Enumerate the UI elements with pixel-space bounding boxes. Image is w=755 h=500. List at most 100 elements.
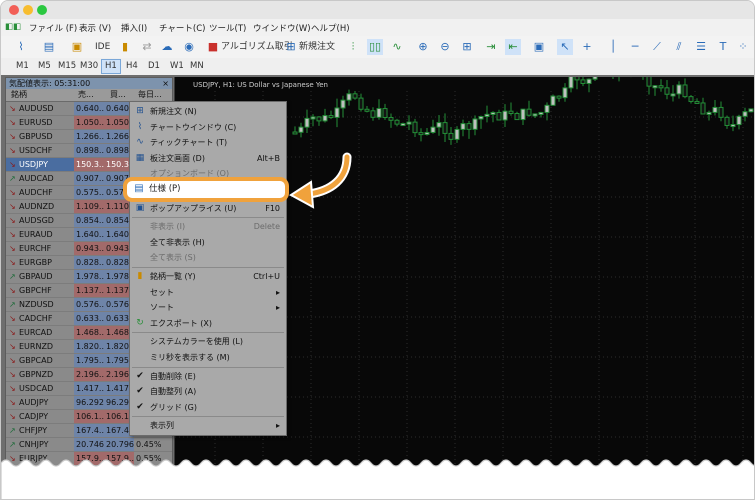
bid-cell: 0.854... [74,214,104,227]
context-menu-item[interactable]: ミリ秒を表示する (M) [130,350,286,365]
context-menu-item[interactable]: ▦ 板注文画面 (D) Alt+B [130,151,286,166]
platform-window: ◧◧ ファイル (F) 表示 (V) 挿入(I) チャート(C) ツール(T) … [0,0,755,500]
context-menu-item[interactable]: ✔ グリッド (G) [130,400,286,415]
new-order-icon: ⊞ [136,106,144,116]
symbol-cell: AUDUSD [19,104,54,113]
cursor-icon[interactable]: ↖ [557,39,573,55]
bid-cell: 1.137... [74,284,104,297]
candlestick-icon[interactable]: ▯▯ [367,39,383,55]
chart-shift-icon[interactable]: ⇤ [505,39,521,55]
shapes-icon[interactable]: ⁘ [735,39,751,55]
timeframe-m15[interactable]: M15 [55,60,79,73]
symbol-cell: EURCHF [19,244,52,253]
arrow-down-icon: ↘ [9,146,16,155]
ide-button[interactable]: IDE [95,39,110,55]
timeframe-m30[interactable]: M30 [77,60,101,73]
template-icon[interactable]: ▤ [41,39,57,55]
context-menu-item[interactable]: 全て表示 (S) [130,250,286,265]
screenshot-icon[interactable]: ▣ [531,39,547,55]
timeframe-h4[interactable]: H4 [123,60,141,73]
symbol-cell: AUDCHF [19,188,53,197]
arrow-down-icon: ↘ [9,356,16,365]
text-icon[interactable]: T [715,39,731,55]
menu-view[interactable]: 表示 (V) [79,22,111,34]
shortcut-label: F10 [265,203,280,213]
autoscroll-icon[interactable]: ⇥ [483,39,499,55]
symbol-cell: GBPNZD [19,370,54,379]
menu-help[interactable]: ヘルプ(H) [311,22,350,34]
close-window-button[interactable] [9,5,19,15]
new-order-button[interactable]: 新規注文 [299,39,335,55]
timeframe-h1[interactable]: H1 [101,59,121,74]
menu-file[interactable]: ファイル (F) [29,22,77,34]
menu-separator [132,267,284,268]
spec-icon: ▤ [134,183,144,194]
bid-cell: 1.468... [74,326,104,339]
popup-icon: ▣ [135,202,145,213]
context-menu-item[interactable]: システムカラーを使用 (L) [130,334,286,349]
timeframe-mn[interactable]: MN [187,60,207,73]
timeframe-m5[interactable]: M5 [35,60,54,73]
menu-chart[interactable]: チャート(C) [159,22,205,34]
symbol-cell: NZDUSD [19,300,54,309]
context-menu-item[interactable]: ✔ 自動削除 (E) [130,369,286,384]
context-menu-item[interactable]: ✔ 自動整列 (A) [130,384,286,399]
vps-icon[interactable]: ◉ [181,39,197,55]
context-menu-item[interactable]: 全て非表示 (H) [130,235,286,250]
timeframe-d1[interactable]: D1 [145,60,163,73]
menu-insert[interactable]: 挿入(I) [121,22,147,34]
zoom-out-icon[interactable]: ⊖ [437,39,453,55]
context-menu-item[interactable]: ▣ ポップアップライス (U) F10 [130,201,286,216]
context-menu-item[interactable]: セット ▸ [130,285,286,300]
crosshair-icon[interactable]: + [579,39,595,55]
bid-cell: 1.417... [74,382,104,395]
arrow-down-icon: ↘ [9,216,16,225]
chart-type-icon[interactable]: ⌇ [13,39,29,55]
signals-icon[interactable]: ⇄ [139,39,155,55]
menu-window[interactable]: ウインドウ(W) [253,22,311,34]
horizontal-line-icon[interactable]: ─ [627,39,643,55]
header-bid[interactable]: 売... [78,89,94,101]
context-menu-item[interactable]: 非表示 (I) Delete [130,219,286,234]
arrow-down-icon: ↘ [9,328,16,337]
algo-trading-button[interactable]: アルゴリズム取引 [221,39,293,55]
fibonacci-icon[interactable]: ☰ [693,39,709,55]
context-menu-label: 自動削除 (E) [150,371,196,381]
header-ask[interactable]: 買... [110,89,126,101]
context-menu-item[interactable]: ソート ▸ [130,300,286,315]
bar-chart-icon[interactable]: ⫶ [345,39,361,55]
trend-line-icon[interactable]: ⟋ [649,39,665,55]
spec-menu-item-highlight[interactable]: ▤ 仕様 (P) [123,177,289,202]
header-symbol[interactable]: 銘柄 [11,89,27,101]
context-menu-item[interactable]: ▮ 銘柄一覧 (Y) Ctrl+U [130,269,286,284]
context-menu-label: 非表示 (I) [150,222,186,232]
minimize-window-button[interactable] [23,5,33,15]
context-menu-item[interactable]: ∿ ティックチャート (T) [130,135,286,150]
vertical-line-icon[interactable]: │ [605,39,621,55]
timeframe-w1[interactable]: W1 [167,60,187,73]
channel-icon[interactable]: ⫽ [671,39,687,55]
profile-icon[interactable]: ▣ [69,39,85,55]
lock-icon[interactable]: ▮ [117,39,133,55]
check-icon: ✔ [136,370,144,381]
line-chart-icon[interactable]: ∿ [389,39,405,55]
close-icon[interactable]: × [162,78,169,89]
context-menu-item[interactable]: ↻ エクスポート (X) [130,316,286,331]
bid-cell: 0.907... [74,172,104,185]
timeframe-m1[interactable]: M1 [13,60,32,73]
menu-separator [132,366,284,368]
menu-separator [132,217,284,219]
header-daily[interactable]: 毎日... [138,89,162,101]
context-menu-label: 全て表示 (S) [150,253,196,263]
zoom-window-button[interactable] [37,5,47,15]
arrow-up-icon: ↗ [9,174,16,183]
context-menu-item[interactable]: 表示列 ▸ [130,418,286,433]
menu-tools[interactable]: ツール(T) [209,22,246,34]
zoom-in-icon[interactable]: ⊕ [415,39,431,55]
context-menu-label: グリッド (G) [150,402,197,412]
context-menu-item[interactable]: ⊞ 新規注文 (N) [130,104,286,119]
grid-icon[interactable]: ⊞ [459,39,475,55]
context-menu-item[interactable]: ⌇ チャートウインドウ (C) [130,120,286,135]
chart-title: USDJPY, H1: US Dollar vs Japanese Yen [193,81,328,89]
cloud-icon[interactable]: ☁ [159,39,175,55]
